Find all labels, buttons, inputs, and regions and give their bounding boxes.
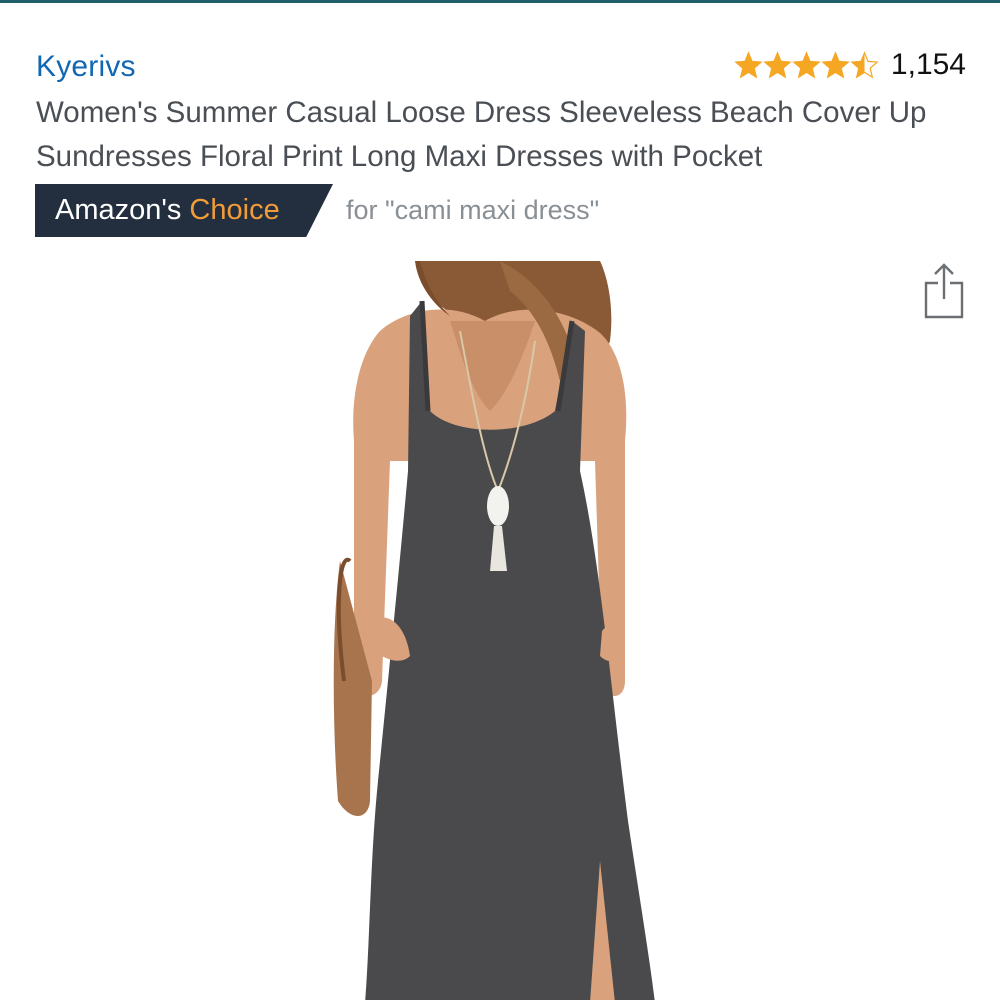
rating-summary[interactable]: 1,154 [734, 48, 966, 82]
star-icon [850, 50, 879, 79]
star-icon [821, 50, 850, 79]
star-icon [792, 50, 821, 79]
badge-query-text: for "cami maxi dress" [346, 195, 600, 225]
product-detail-screen: Kyerivs 1,154 Women's Summer Casual Loos… [0, 0, 1000, 1000]
product-image[interactable] [310, 261, 670, 1000]
share-icon[interactable] [920, 261, 968, 321]
amazons-choice-badge[interactable]: Amazon's Choice [35, 184, 333, 237]
badge-prefix: Amazon's [55, 194, 182, 226]
badge-choice-label: Choice [189, 194, 280, 226]
rating-count: 1,154 [890, 48, 966, 81]
product-title: Women's Summer Casual Loose Dress Sleeve… [36, 96, 927, 173]
star-icon [763, 50, 792, 79]
star-rating [734, 50, 879, 80]
star-icon [734, 50, 763, 79]
brand-link[interactable]: Kyerivs [36, 50, 136, 84]
